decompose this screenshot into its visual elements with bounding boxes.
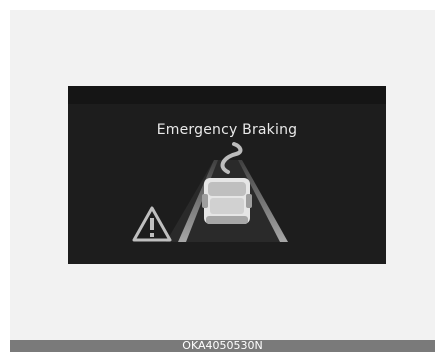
emergency-braking-title: Emergency Braking (156, 122, 298, 138)
driving-scene (132, 142, 288, 242)
warning-triangle-icon (132, 206, 172, 242)
image-code-caption: OKA4050530N (10, 340, 435, 352)
vehicle-icon (202, 178, 252, 224)
cluster-display: Emergency Braking (68, 86, 386, 264)
